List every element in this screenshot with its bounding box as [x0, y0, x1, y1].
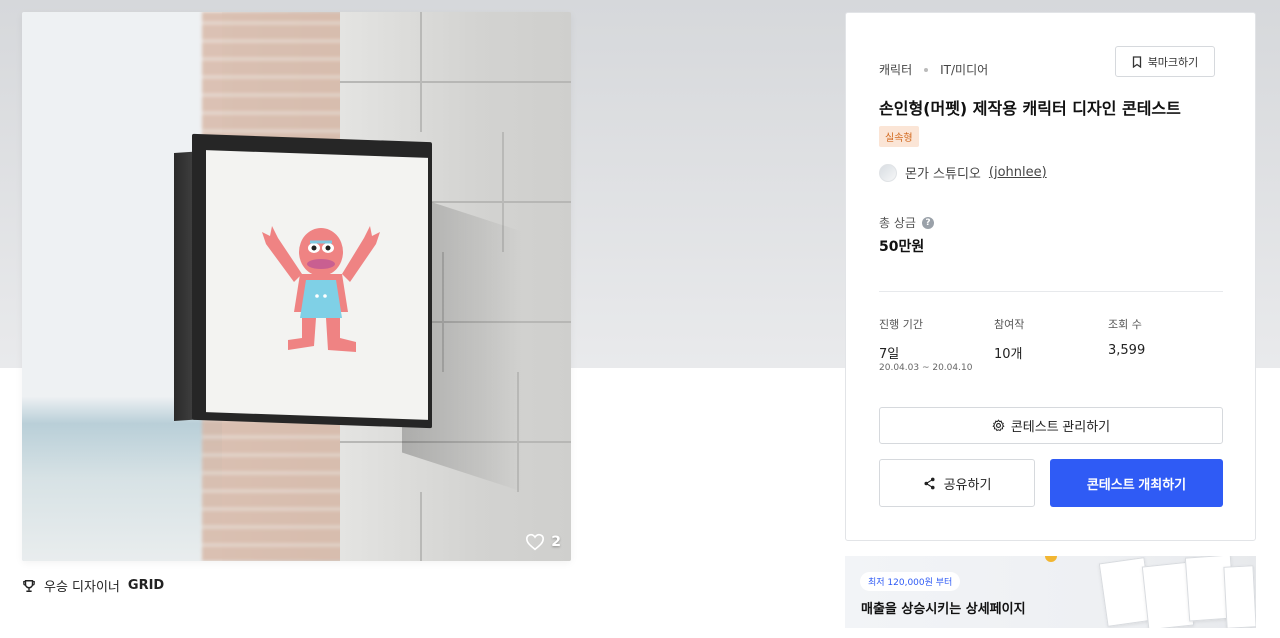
- heart-icon[interactable]: [525, 533, 545, 551]
- contest-tier-tag: 실속형: [879, 126, 919, 147]
- entries-value: 10개: [994, 347, 1023, 362]
- contest-title: 손인형(머펫) 제작용 캐릭터 디자인 콘테스트: [879, 99, 1181, 118]
- views-value: 3,599: [1108, 343, 1146, 358]
- wall-joint: [420, 492, 422, 561]
- winner-name[interactable]: GRID: [128, 578, 164, 593]
- divider: [879, 291, 1223, 292]
- winner-designer: 우승 디자이너 GRID: [22, 576, 164, 595]
- bookmark-label: 북마크하기: [1147, 55, 1199, 69]
- banner-page-mockup: [1223, 565, 1256, 628]
- breadcrumb-separator: [924, 67, 929, 72]
- owner-handle[interactable]: (johnlee): [989, 165, 1047, 180]
- share-label: 공유하기: [943, 476, 992, 492]
- breadcrumb: 캐릭터 IT/미디어: [879, 61, 988, 78]
- like-counter[interactable]: 2: [525, 533, 561, 551]
- views-label: 조회 수: [1108, 318, 1142, 331]
- host-contest-label: 콘테스트 개최하기: [1086, 476, 1187, 492]
- owner-name: 몬가 스튜디오: [905, 167, 981, 182]
- like-count: 2: [551, 534, 561, 550]
- mascot-illustration: [262, 226, 380, 352]
- gear-icon: [992, 419, 1005, 432]
- prize-value: 50만원: [879, 239, 925, 255]
- bookmark-button[interactable]: 북마크하기: [1115, 46, 1215, 77]
- help-icon[interactable]: ?: [921, 216, 934, 229]
- wall-joint: [420, 12, 422, 132]
- period-label: 진행 기간: [879, 318, 923, 331]
- bookmark-icon: [1132, 55, 1141, 68]
- banner-decoration: [1045, 556, 1057, 562]
- period-value: 7일: [879, 347, 900, 362]
- host-contest-button[interactable]: 콘테스트 개최하기: [1050, 459, 1223, 507]
- period-dates: 20.04.03 ~ 20.04.10: [879, 363, 973, 373]
- contest-hero-image: 2: [22, 12, 571, 561]
- winner-label: 우승 디자이너: [44, 580, 120, 595]
- avatar: [879, 163, 897, 182]
- share-icon: [924, 477, 935, 489]
- banner-price-pill: 최저 120,000원 부터: [860, 572, 961, 591]
- share-button[interactable]: 공유하기: [879, 459, 1035, 507]
- manage-contest-label: 콘테스트 관리하기: [1010, 419, 1111, 434]
- subcategory-label[interactable]: IT/미디어: [940, 61, 988, 78]
- prize-label: 총 상금: [879, 216, 916, 230]
- contest-info-card: 캐릭터 IT/미디어 북마크하기 손인형(머펫) 제작용 캐릭터 디자인 콘테스…: [845, 12, 1256, 541]
- banner-headline: 매출을 상승시키는 상세페이지: [861, 602, 1026, 617]
- contest-owner[interactable]: 몬가 스튜디오 (johnlee): [879, 163, 1047, 182]
- manage-contest-button[interactable]: 콘테스트 관리하기: [879, 407, 1223, 444]
- ad-banner[interactable]: 최저 120,000원 부터 매출을 상승시키는 상세페이지: [845, 556, 1256, 628]
- prize-label-row: 총 상금 ?: [879, 214, 934, 231]
- entries-label: 참여작: [994, 318, 1025, 331]
- trophy-icon: [23, 579, 35, 592]
- category-label[interactable]: 캐릭터: [879, 61, 912, 78]
